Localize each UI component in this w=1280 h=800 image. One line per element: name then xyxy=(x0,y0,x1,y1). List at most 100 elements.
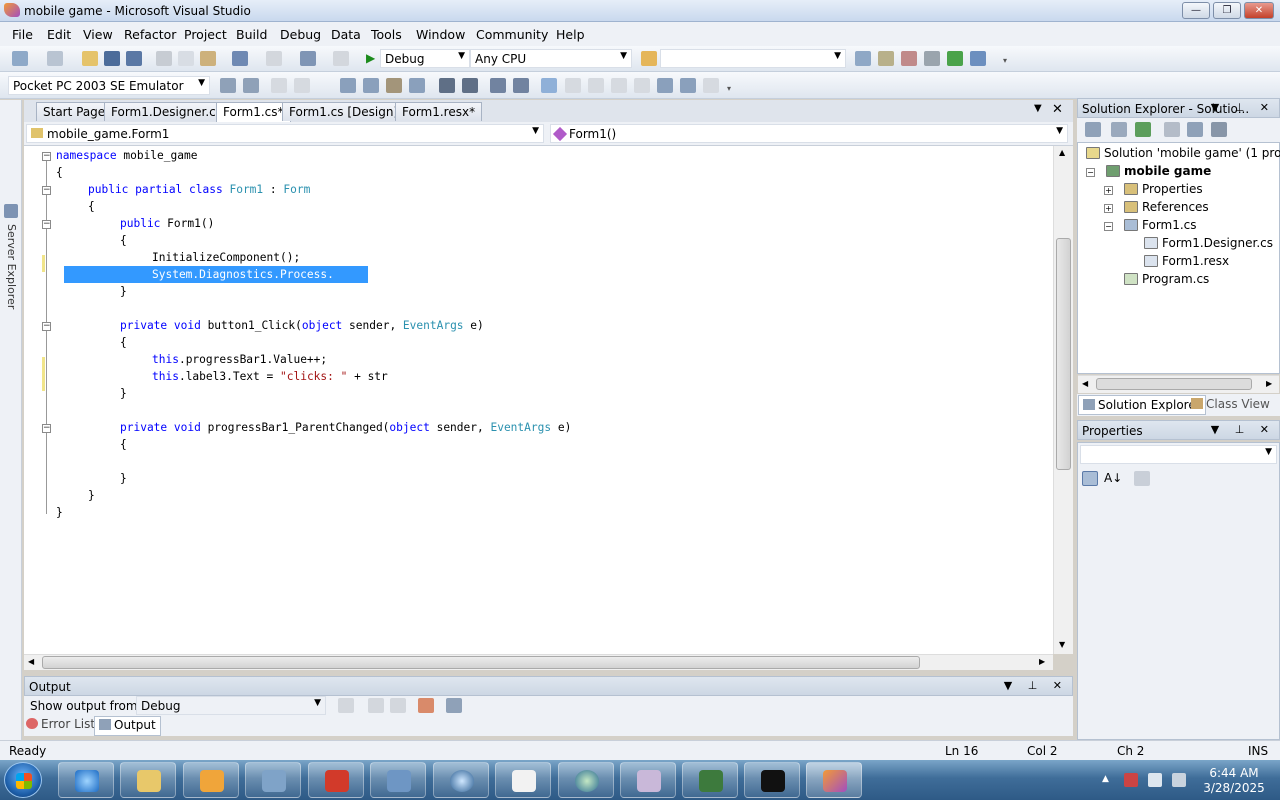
system-clock[interactable]: 6:44 AM 3/28/2025 xyxy=(1196,766,1272,796)
menu-tools[interactable]: Tools xyxy=(371,27,402,42)
connect-device-icon[interactable] xyxy=(220,78,236,93)
maximize-button[interactable]: ❐ xyxy=(1213,2,1241,19)
collapse-namespace-icon[interactable]: − xyxy=(42,152,51,161)
object-browser-icon[interactable] xyxy=(901,51,917,66)
taskbar-globe-app[interactable] xyxy=(433,762,489,798)
taskbar-command-prompt[interactable] xyxy=(744,762,800,798)
previous-bookmark-document-icon[interactable] xyxy=(657,78,673,93)
menu-view[interactable]: View xyxy=(83,27,113,42)
decrease-indent-icon[interactable] xyxy=(439,78,455,93)
tree-solution[interactable]: Solution 'mobile game' (1 project) xyxy=(1086,146,1280,160)
property-pages-icon[interactable] xyxy=(1134,471,1150,486)
tree-references[interactable]: References xyxy=(1124,200,1209,214)
find-message-icon[interactable] xyxy=(338,698,354,713)
previous-bookmark-folder-icon[interactable] xyxy=(611,78,627,93)
horizontal-scroll-thumb[interactable] xyxy=(1096,378,1252,390)
scroll-left-icon[interactable]: ◀ xyxy=(28,657,34,666)
editor-vertical-scrollbar[interactable]: ▲ ▼ xyxy=(1053,146,1073,654)
collapse-parent-changed-icon[interactable]: − xyxy=(42,424,51,433)
expand-references-icon[interactable]: + xyxy=(1104,204,1113,213)
categorized-icon[interactable] xyxy=(1082,471,1098,486)
target-device-combo[interactable]: Pocket PC 2003 SE Emulator ▼ xyxy=(8,76,210,95)
active-files-dropdown-icon[interactable]: ▼ xyxy=(1034,103,1042,114)
taskbar-visual-studio[interactable] xyxy=(806,762,862,798)
scroll-up-icon[interactable]: ▲ xyxy=(1059,148,1065,157)
show-all-files-icon[interactable] xyxy=(1111,122,1127,137)
tab-error-list[interactable]: Error List xyxy=(26,717,95,731)
output-source-combo[interactable]: Debug ▼ xyxy=(136,696,326,715)
collapse-project-icon[interactable]: − xyxy=(1086,168,1095,177)
menu-community[interactable]: Community xyxy=(476,27,548,42)
menu-edit[interactable]: Edit xyxy=(47,27,71,42)
previous-bookmark-icon[interactable] xyxy=(565,78,581,93)
solution-explorer-icon[interactable] xyxy=(855,51,871,66)
tree-form1-resx[interactable]: Form1.resx xyxy=(1144,254,1229,268)
collapse-constructor-icon[interactable]: − xyxy=(42,220,51,229)
taskbar-user-app[interactable] xyxy=(620,762,676,798)
solution-horizontal-scrollbar[interactable]: ◀ ▶ xyxy=(1078,375,1279,393)
menu-project[interactable]: Project xyxy=(184,27,227,42)
clear-bookmarks-icon[interactable] xyxy=(703,78,719,93)
menu-help[interactable]: Help xyxy=(556,27,585,42)
tree-form1-cs[interactable]: Form1.cs xyxy=(1124,218,1197,232)
scroll-down-icon[interactable]: ▼ xyxy=(1059,640,1065,649)
start-button[interactable] xyxy=(4,762,42,798)
tab-output[interactable]: Output xyxy=(94,716,161,736)
members-combo[interactable]: Form1() ▼ xyxy=(550,124,1068,143)
types-combo[interactable]: mobile_game.Form1 ▼ xyxy=(26,124,544,143)
taskbar-remote-desktop[interactable] xyxy=(245,762,301,798)
taskbar-performance-app[interactable] xyxy=(682,762,738,798)
next-bookmark-document-icon[interactable] xyxy=(680,78,696,93)
add-item-icon[interactable] xyxy=(47,51,63,66)
cut-icon[interactable] xyxy=(156,51,172,66)
view-designer-icon[interactable] xyxy=(1187,122,1203,137)
navigate-forward-icon[interactable] xyxy=(333,51,349,66)
find-in-files-icon[interactable] xyxy=(641,51,657,66)
taskbar-internet-app[interactable] xyxy=(558,762,614,798)
uncomment-lines-icon[interactable] xyxy=(513,78,529,93)
tree-program-cs[interactable]: Program.cs xyxy=(1124,272,1209,286)
taskbar-file-explorer[interactable] xyxy=(120,762,176,798)
server-explorer-tab[interactable]: Server Explorer xyxy=(5,224,18,309)
redo-icon[interactable] xyxy=(266,51,282,66)
scroll-left-icon[interactable]: ◀ xyxy=(1082,379,1088,388)
menu-debug[interactable]: Debug xyxy=(280,27,321,42)
collapse-button-click-icon[interactable]: − xyxy=(42,322,51,331)
collapse-form1-icon[interactable]: − xyxy=(1104,222,1113,231)
panel-buttons[interactable]: ▼ ⊥ ✕ xyxy=(1211,423,1275,436)
scroll-right-icon[interactable]: ▶ xyxy=(1039,657,1045,666)
solution-configuration-combo[interactable]: Debug ▼ xyxy=(380,49,470,68)
panel-buttons[interactable]: ▼ ⊥ ✕ xyxy=(1211,101,1275,114)
tree-project[interactable]: mobile game xyxy=(1106,164,1211,178)
toolbar-overflow-icon[interactable]: ▾ xyxy=(1003,56,1010,65)
align-center-icon[interactable] xyxy=(294,78,310,93)
tab-form1-design[interactable]: Form1.cs [Design]* xyxy=(282,102,412,121)
next-message-icon[interactable] xyxy=(390,698,406,713)
vertical-scroll-thumb[interactable] xyxy=(1056,238,1071,470)
server-explorer-icon[interactable] xyxy=(4,204,18,218)
comment-lines-icon[interactable] xyxy=(490,78,506,93)
menu-refactor[interactable]: Refactor xyxy=(124,27,176,42)
menu-file[interactable]: File xyxy=(12,27,33,42)
menu-build[interactable]: Build xyxy=(236,27,267,42)
tab-form1-cs[interactable]: Form1.cs* xyxy=(216,102,291,122)
parameter-info-icon[interactable] xyxy=(363,78,379,93)
view-code-icon[interactable] xyxy=(1164,122,1180,137)
device-options-icon[interactable] xyxy=(243,78,259,93)
tree-form1-designer-cs[interactable]: Form1.Designer.cs xyxy=(1144,236,1273,250)
navigate-backward-icon[interactable] xyxy=(300,51,316,66)
save-all-icon[interactable] xyxy=(126,51,142,66)
scroll-right-icon[interactable]: ▶ xyxy=(1266,379,1272,388)
increase-indent-icon[interactable] xyxy=(462,78,478,93)
panel-buttons[interactable]: ▼ ⊥ ✕ xyxy=(1004,679,1068,692)
taskbar-network-app[interactable] xyxy=(370,762,426,798)
taskbar-media-player[interactable] xyxy=(183,762,239,798)
tab-class-view[interactable]: Class View xyxy=(1191,397,1270,411)
action-center-icon[interactable] xyxy=(1124,773,1138,787)
collapse-class-icon[interactable]: − xyxy=(42,186,51,195)
network-tray-icon[interactable] xyxy=(1148,773,1162,787)
tree-properties[interactable]: Properties xyxy=(1124,182,1203,196)
command-window-icon[interactable] xyxy=(970,51,986,66)
complete-word-icon[interactable] xyxy=(409,78,425,93)
taskbar-internet-explorer[interactable] xyxy=(58,762,114,798)
